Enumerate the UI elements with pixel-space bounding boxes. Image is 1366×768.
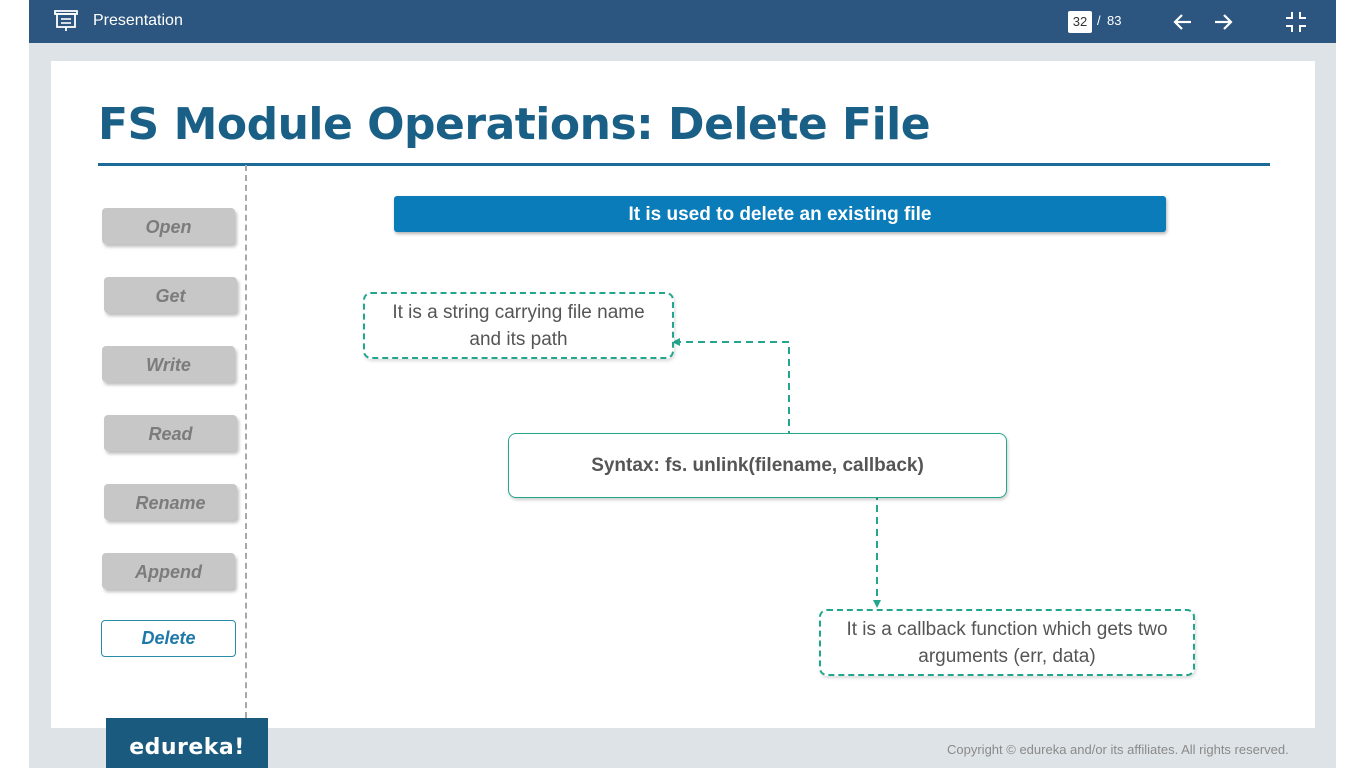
nav-button-open[interactable]: Open: [102, 208, 235, 244]
arrow-left-icon[interactable]: [1171, 10, 1195, 34]
page-number-input[interactable]: 32: [1068, 11, 1092, 33]
app-title: Presentation: [93, 12, 183, 29]
presentation-viewer: Presentation 32 / 83 FS Module Operation…: [29, 0, 1336, 768]
vertical-divider: [245, 165, 247, 728]
arrow-right-icon[interactable]: [1211, 10, 1235, 34]
description-banner: It is used to delete an existing file: [394, 196, 1166, 232]
nav-button-get[interactable]: Get: [104, 277, 237, 313]
viewer-toolbar: Presentation 32 / 83: [29, 0, 1336, 43]
presentation-icon: [54, 10, 78, 31]
nav-button-write[interactable]: Write: [102, 346, 235, 382]
filename-callout: It is a string carrying file name and it…: [363, 292, 674, 359]
slide-title: FS Module Operations: Delete File: [98, 99, 931, 150]
nav-button-delete[interactable]: Delete: [101, 620, 236, 657]
edureka-logo: edureka!: [106, 718, 268, 768]
title-underline: [98, 163, 1270, 166]
arrowhead-callback: [873, 600, 881, 608]
callback-callout: It is a callback function which gets two…: [819, 609, 1195, 676]
nav-button-read[interactable]: Read: [104, 415, 237, 451]
exit-fullscreen-icon[interactable]: [1284, 10, 1308, 34]
syntax-box: Syntax: fs. unlink(filename, callback): [508, 433, 1007, 498]
page-separator: /: [1097, 13, 1101, 28]
nav-button-rename[interactable]: Rename: [104, 484, 237, 520]
copyright-text: Copyright © edureka and/or its affiliate…: [947, 742, 1289, 757]
page-total: 83: [1107, 13, 1122, 28]
nav-button-append[interactable]: Append: [102, 553, 235, 589]
slide: FS Module Operations: Delete File Open G…: [51, 61, 1315, 728]
